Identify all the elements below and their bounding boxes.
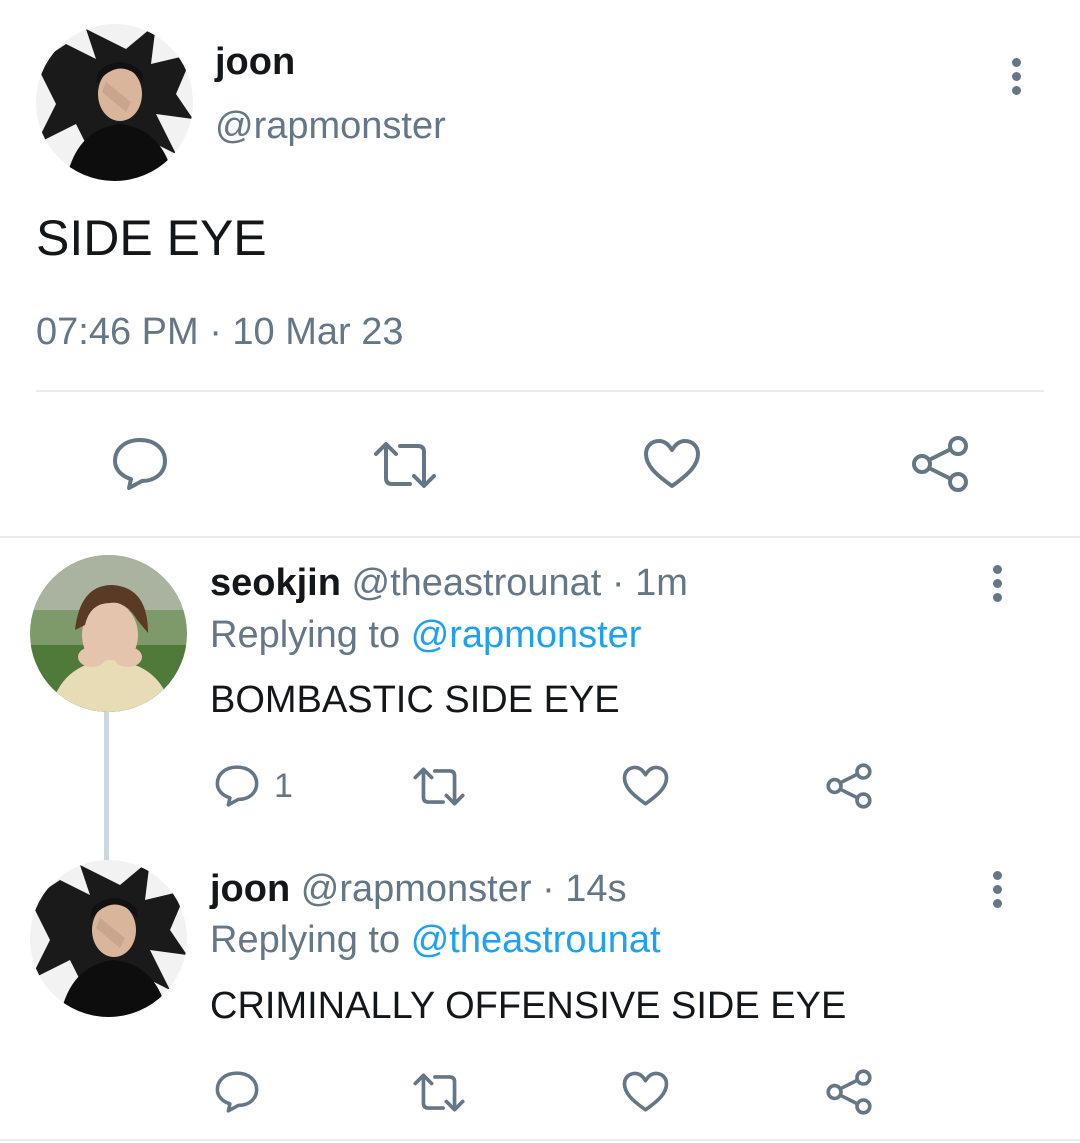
replying-to-line: Replying to @theastrounat — [210, 917, 661, 963]
share-icon[interactable] — [910, 434, 970, 494]
reply-display-name[interactable]: seokjin — [210, 562, 341, 604]
reply-text: BOMBASTIC SIDE EYE — [210, 679, 620, 721]
author-display-name[interactable]: joon — [215, 40, 295, 84]
replying-to-link[interactable]: @theastrounat — [411, 919, 661, 961]
reply-handle-time[interactable]: @rapmonster · 14s — [301, 868, 627, 910]
retweet-icon[interactable] — [412, 766, 466, 807]
like-icon[interactable] — [643, 438, 701, 490]
reply-handle-time[interactable]: @theastrounat · 1m — [352, 562, 688, 604]
retweet-icon[interactable] — [412, 1072, 466, 1113]
reply-header: joon @rapmonster · 14s — [210, 866, 627, 912]
like-icon[interactable] — [622, 765, 669, 807]
reply-display-name[interactable]: joon — [210, 868, 290, 910]
share-icon[interactable] — [825, 1068, 873, 1116]
share-icon[interactable] — [825, 762, 873, 810]
replying-to-label: Replying to — [210, 919, 401, 961]
reply-icon[interactable] — [111, 436, 169, 492]
like-icon[interactable] — [622, 1071, 669, 1113]
replying-to-line: Replying to @rapmonster — [210, 612, 641, 658]
tweet-timestamp: 07:46 PM · 10 Mar 23 — [36, 311, 404, 353]
reply-count: 1 — [274, 767, 293, 805]
author-handle[interactable]: @rapmonster — [215, 104, 446, 148]
divider — [36, 390, 1044, 392]
more-options-icon[interactable] — [993, 565, 1003, 607]
reply-icon[interactable] — [214, 764, 260, 808]
section-divider — [0, 536, 1080, 538]
reply-avatar[interactable] — [30, 860, 187, 1017]
bottom-divider — [0, 1139, 1080, 1141]
reply-icon[interactable] — [214, 1070, 260, 1114]
reply-header: seokjin @theastrounat · 1m — [210, 560, 688, 606]
retweet-icon[interactable] — [372, 440, 438, 490]
author-avatar[interactable] — [36, 24, 193, 181]
replying-to-link[interactable]: @rapmonster — [411, 614, 642, 656]
tweet-text: SIDE EYE — [36, 210, 267, 266]
more-options-icon[interactable] — [993, 871, 1003, 913]
reply-text: CRIMINALLY OFFENSIVE SIDE EYE — [210, 985, 847, 1027]
replying-to-label: Replying to — [210, 614, 401, 656]
reply-avatar[interactable] — [30, 555, 187, 712]
more-options-icon[interactable] — [1012, 58, 1022, 100]
thread-line — [104, 710, 109, 860]
